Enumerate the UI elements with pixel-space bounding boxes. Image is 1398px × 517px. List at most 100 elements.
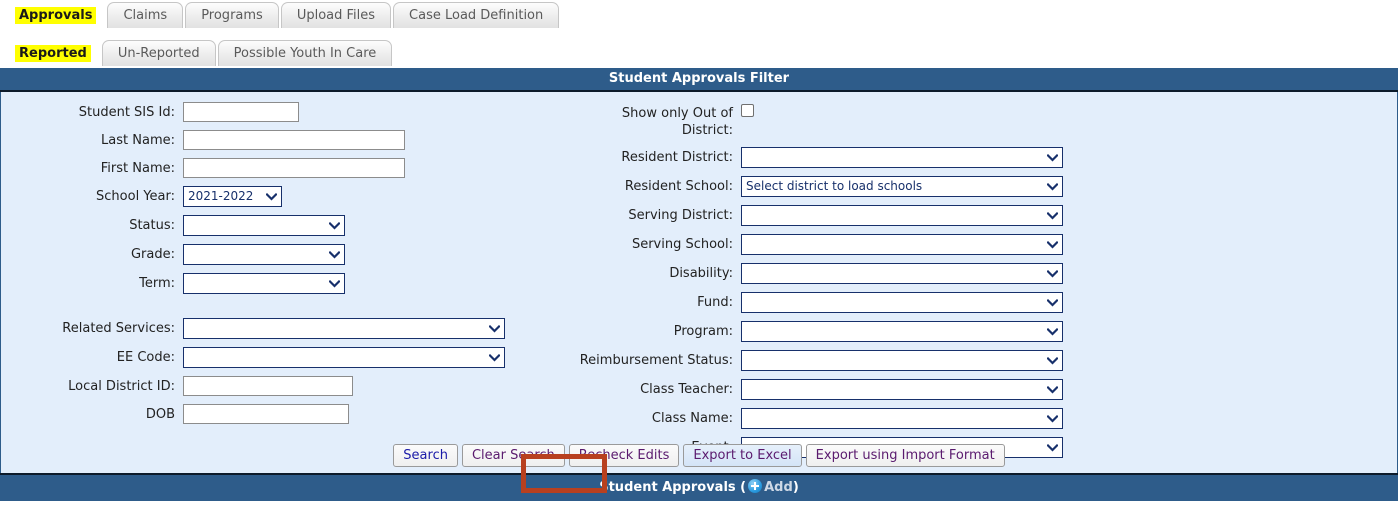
- class-teacher-select[interactable]: [741, 379, 1063, 400]
- tab-approvals-label: Approvals: [15, 7, 97, 24]
- student-approvals-filter-panel: Student SIS Id: Last Name: First Name: S…: [0, 92, 1398, 473]
- field-resident-school: Resident School: Select district to load…: [561, 176, 1397, 197]
- tab-possible-youth-in-care[interactable]: Possible Youth In Care: [217, 40, 393, 66]
- results-title: Student Approvals: [599, 480, 736, 495]
- show-only-out-of-district-label-line1: Show only Out of: [621, 106, 733, 121]
- field-term: Term:: [1, 273, 561, 294]
- chevron-down-icon: [1047, 206, 1058, 225]
- resident-district-label: Resident District:: [621, 150, 733, 165]
- tab-programs-label: Programs: [201, 8, 263, 23]
- tab-upload-files-label: Upload Files: [296, 8, 376, 23]
- class-name-select[interactable]: [741, 408, 1063, 429]
- field-related-services: Related Services:: [1, 318, 561, 339]
- term-label: Term:: [139, 276, 175, 291]
- local-district-id-label: Local District ID:: [68, 379, 175, 394]
- last-name-input[interactable]: [183, 130, 405, 150]
- fund-label: Fund:: [697, 295, 733, 310]
- local-district-id-input[interactable]: [183, 376, 353, 396]
- tab-reported[interactable]: Reported: [6, 40, 100, 66]
- resident-school-value: Select district to load schools: [746, 179, 923, 193]
- school-year-value: 2021-2022: [188, 189, 254, 203]
- status-select[interactable]: [183, 215, 345, 236]
- last-name-label: Last Name:: [101, 133, 175, 148]
- chevron-down-icon: [1047, 293, 1058, 312]
- secondary-tab-strip: Reported Un-Reported Possible Youth In Car…: [0, 40, 1398, 68]
- tab-case-load-definition-label: Case Load Definition: [409, 8, 544, 23]
- tab-approvals[interactable]: Approvals: [6, 2, 106, 28]
- show-only-out-of-district-checkbox[interactable]: [741, 104, 754, 117]
- resident-school-label: Resident School:: [624, 179, 733, 194]
- tab-programs[interactable]: Programs: [185, 2, 279, 28]
- program-select[interactable]: [741, 321, 1063, 342]
- show-only-out-of-district-label-line2: District:: [681, 123, 733, 138]
- field-disability: Disability:: [561, 263, 1397, 284]
- fund-select[interactable]: [741, 292, 1063, 313]
- first-name-input[interactable]: [183, 158, 405, 178]
- ee-code-label: EE Code:: [116, 350, 175, 365]
- field-program: Program:: [561, 321, 1397, 342]
- chevron-down-icon: [329, 245, 340, 264]
- school-year-select[interactable]: 2021-2022: [183, 186, 282, 207]
- related-services-label: Related Services:: [62, 321, 175, 336]
- export-to-excel-button[interactable]: Export to Excel: [683, 444, 802, 467]
- ee-code-select[interactable]: [183, 347, 505, 368]
- filter-title: Student Approvals Filter: [608, 71, 790, 86]
- field-student-sis-id: Student SIS Id:: [1, 102, 561, 122]
- student-sis-id-input[interactable]: [183, 102, 299, 122]
- tab-un-reported-label: Un-Reported: [117, 46, 200, 61]
- search-button[interactable]: Search: [393, 444, 458, 467]
- chevron-down-icon: [1047, 177, 1058, 196]
- disability-select[interactable]: [741, 263, 1063, 284]
- school-year-label: School Year:: [96, 189, 175, 204]
- export-using-import-format-button[interactable]: Export using Import Format: [805, 444, 1005, 467]
- field-show-only-out-of-district: Show only Out of District:: [561, 102, 1397, 139]
- first-name-label: First Name:: [100, 161, 175, 176]
- program-label: Program:: [673, 324, 733, 339]
- primary-tab-strip: Approvals Claims Programs Upload Files Case …: [0, 2, 1398, 30]
- grade-select[interactable]: [183, 244, 345, 265]
- clear-search-button[interactable]: Clear Search: [461, 444, 565, 467]
- chevron-down-icon: [1047, 322, 1058, 341]
- related-services-select[interactable]: [183, 318, 505, 339]
- field-ee-code: EE Code:: [1, 347, 561, 368]
- reimbursement-status-select[interactable]: [741, 350, 1063, 371]
- tab-claims-label: Claims: [123, 8, 168, 23]
- field-dob: DOB: [1, 404, 561, 424]
- chevron-down-icon: [1047, 148, 1058, 167]
- serving-school-label: Serving School:: [631, 237, 733, 252]
- chevron-down-icon: [1047, 351, 1058, 370]
- add-link[interactable]: Add: [764, 480, 793, 495]
- tab-claims[interactable]: Claims: [107, 2, 184, 28]
- tab-case-load-definition[interactable]: Case Load Definition: [393, 2, 560, 28]
- term-select[interactable]: [183, 273, 345, 294]
- serving-school-select[interactable]: [741, 234, 1063, 255]
- recheck-edits-button[interactable]: Recheck Edits: [568, 444, 680, 467]
- field-reimbursement-status: Reimbursement Status:: [561, 350, 1397, 371]
- field-school-year: School Year: 2021-2022: [1, 186, 561, 207]
- filter-right-column: Show only Out of District: Resident Dist…: [561, 102, 1397, 466]
- field-serving-district: Serving District:: [561, 205, 1397, 226]
- field-class-teacher: Class Teacher:: [561, 379, 1397, 400]
- dob-input[interactable]: [183, 404, 349, 424]
- tab-un-reported[interactable]: Un-Reported: [101, 40, 216, 66]
- reimbursement-status-label: Reimbursement Status:: [579, 353, 733, 368]
- class-name-label: Class Name:: [651, 411, 733, 426]
- field-serving-school: Serving School:: [561, 234, 1397, 255]
- show-only-out-of-district-label: Show only Out of District:: [561, 102, 741, 139]
- filter-header-bar: Student Approvals Filter: [0, 68, 1398, 92]
- resident-school-select[interactable]: Select district to load schools: [741, 176, 1063, 197]
- add-plus-icon[interactable]: [748, 479, 763, 493]
- dob-label: DOB: [145, 407, 175, 422]
- chevron-down-icon: [1047, 235, 1058, 254]
- results-close-paren: ): [792, 480, 799, 495]
- field-resident-district: Resident District:: [561, 147, 1397, 168]
- class-teacher-label: Class Teacher:: [640, 382, 733, 397]
- tab-upload-files[interactable]: Upload Files: [280, 2, 392, 28]
- serving-district-select[interactable]: [741, 205, 1063, 226]
- resident-district-select[interactable]: [741, 147, 1063, 168]
- status-label: Status:: [129, 218, 175, 233]
- disability-label: Disability:: [669, 266, 733, 281]
- grade-label: Grade:: [130, 247, 175, 262]
- results-open-paren: (: [740, 480, 747, 495]
- chevron-down-icon: [1047, 380, 1058, 399]
